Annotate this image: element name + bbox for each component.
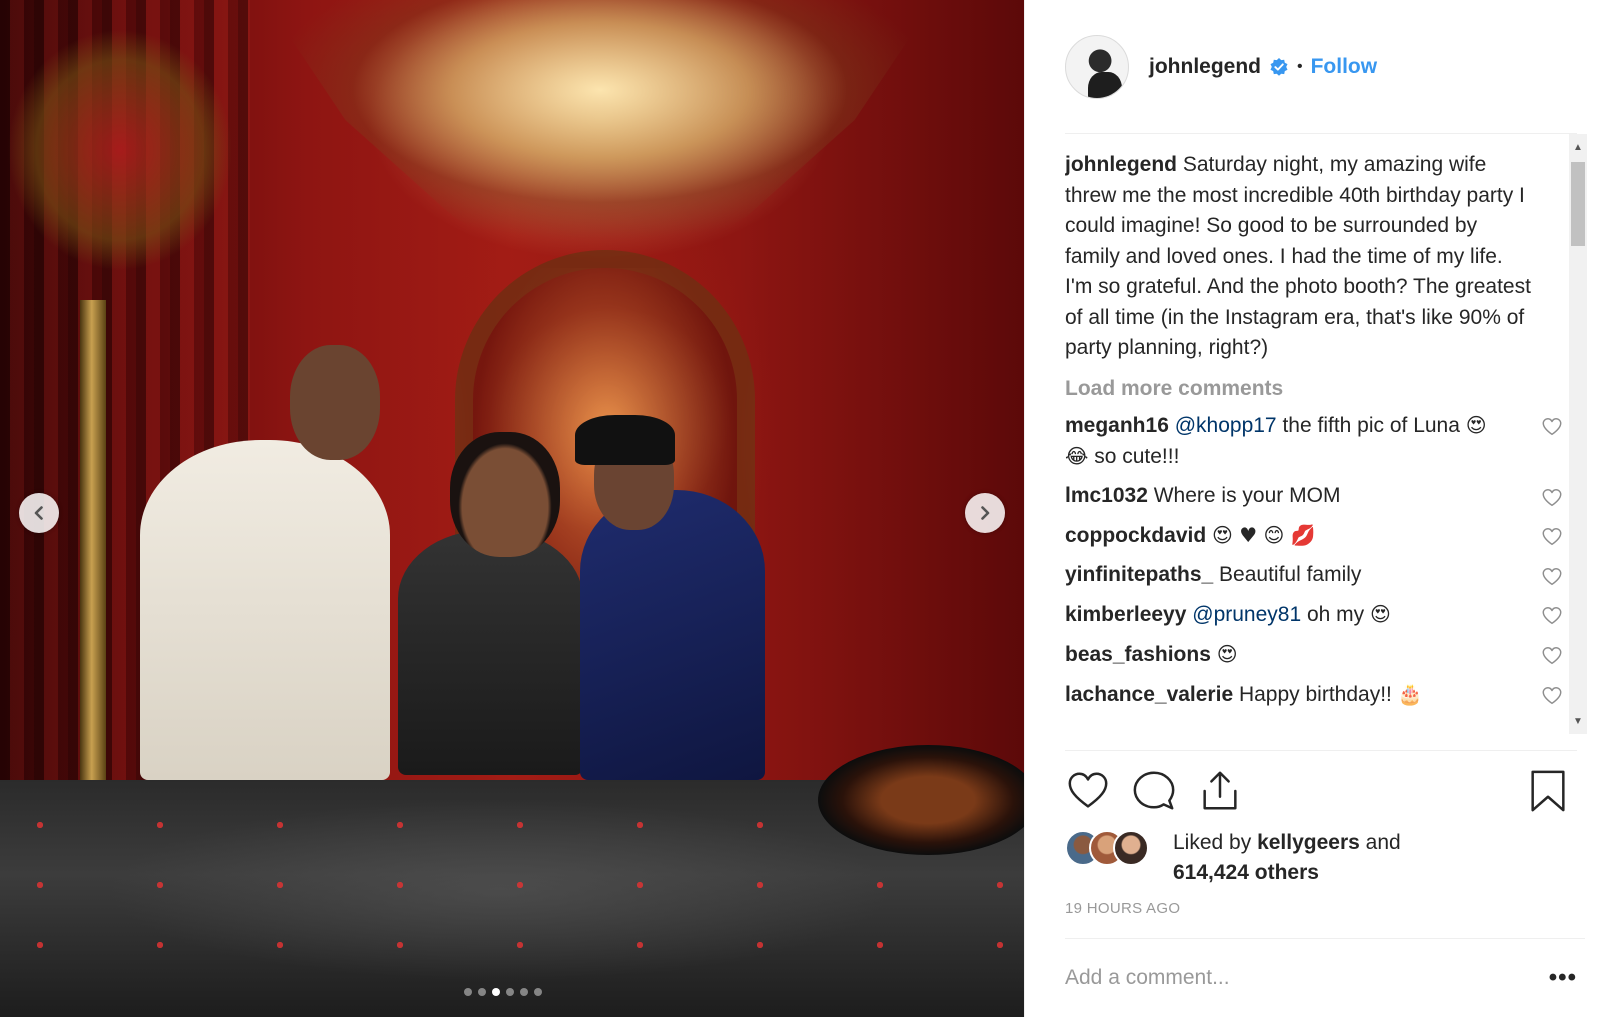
carousel-next-button[interactable]: [965, 493, 1005, 533]
scroll-up-arrow-icon[interactable]: ▲: [1572, 142, 1584, 154]
heart-icon[interactable]: [1065, 768, 1111, 814]
action-bar: [1065, 768, 1585, 818]
comments-list[interactable]: johnlegend Saturday night, my amazing wi…: [1065, 150, 1577, 750]
comment-text: meganh16 @khopp17 the fifth pic of Luna …: [1065, 410, 1495, 472]
liked-by-and: and: [1359, 831, 1401, 854]
comment-row: coppockdavid 😍 ♥ 😊 💋: [1065, 520, 1577, 551]
carousel-dot: [520, 988, 528, 996]
comment-text: beas_fashions 😍: [1065, 639, 1495, 670]
comment-emoji: 😍 ♥ 😊 💋: [1212, 522, 1316, 547]
liked-by-user[interactable]: kellygeers: [1257, 831, 1360, 854]
caption-text: Saturday night, my amazing wife threw me…: [1065, 153, 1531, 359]
comment-username[interactable]: lachance_valerie: [1065, 683, 1233, 706]
chevron-left-icon: [34, 506, 43, 520]
carousel-prev-button[interactable]: [19, 493, 59, 533]
heart-icon[interactable]: [1541, 526, 1563, 548]
separator-dot: •: [1297, 58, 1303, 75]
comment-text: coppockdavid 😍 ♥ 😊 💋: [1065, 520, 1495, 551]
candelabra-pole: [80, 300, 106, 780]
comment-body: the fifth pic of Luna: [1276, 413, 1466, 437]
heart-icon[interactable]: [1541, 685, 1563, 707]
more-options-icon[interactable]: •••: [1549, 964, 1577, 992]
comment-row: beas_fashions 😍: [1065, 639, 1577, 670]
verified-badge-icon: [1270, 58, 1288, 76]
comment-username[interactable]: kimberleeyy: [1065, 603, 1186, 626]
comment-row: lachance_valerie Happy birthday!! 🎂: [1065, 679, 1577, 710]
person-head: [290, 345, 380, 460]
person-white-jacket: [140, 440, 390, 780]
avatar: [1113, 830, 1149, 866]
comment-mention[interactable]: @pruney81: [1192, 603, 1301, 626]
likes-count[interactable]: 614,424 others: [1173, 861, 1319, 884]
comment-row: lmc1032 Where is your MOM: [1065, 481, 1577, 511]
scroll-down-arrow-icon[interactable]: ▼: [1572, 716, 1584, 728]
post-sidebar: johnlegend • Follow johnlegend Saturday …: [1024, 0, 1600, 1017]
heart-icon[interactable]: [1541, 645, 1563, 667]
comment-row: meganh16 @khopp17 the fifth pic of Luna …: [1065, 410, 1577, 472]
comment-username[interactable]: coppockdavid: [1065, 524, 1206, 547]
comment-text: lmc1032 Where is your MOM: [1065, 481, 1495, 511]
heart-icon[interactable]: [1541, 416, 1563, 438]
comment-body-tail: so cute!!!: [1088, 444, 1180, 468]
person-head: [450, 432, 560, 557]
comment-text: yinfinitepaths_ Beautiful family: [1065, 560, 1495, 590]
comment-username[interactable]: lmc1032: [1065, 484, 1148, 507]
post-photo[interactable]: [0, 0, 1024, 1017]
comment-bubble-icon[interactable]: [1131, 768, 1177, 814]
comment-row: yinfinitepaths_ Beautiful family: [1065, 560, 1577, 590]
share-icon[interactable]: [1197, 768, 1243, 814]
comment-body: Beautiful family: [1213, 562, 1362, 586]
carousel-dot: [478, 988, 486, 996]
comment-body: Where is your MOM: [1147, 483, 1341, 507]
post-caption: johnlegend Saturday night, my amazing wi…: [1065, 150, 1535, 364]
comment-username[interactable]: beas_fashions: [1065, 643, 1211, 666]
header-divider: [1065, 133, 1577, 134]
comments-scrollbar[interactable]: ▲ ▼: [1569, 134, 1587, 734]
comment-rows: meganh16 @khopp17 the fifth pic of Luna …: [1065, 410, 1577, 710]
liked-by-prefix: Liked by: [1173, 831, 1258, 854]
comment-text: lachance_valerie Happy birthday!! 🎂: [1065, 679, 1495, 710]
comment-input[interactable]: [1065, 966, 1485, 990]
likes-section: Liked by kellygeers and 614,424 others: [1065, 828, 1577, 898]
post-timestamp[interactable]: 19 HOURS AGO: [1065, 900, 1180, 917]
bookmark-icon[interactable]: [1525, 768, 1571, 814]
comments-divider: [1065, 750, 1577, 751]
post-header: johnlegend • Follow: [1065, 34, 1577, 100]
scroll-thumb[interactable]: [1571, 162, 1585, 246]
chevron-right-icon: [981, 506, 990, 520]
person-blue-velvet-jacket: [580, 490, 765, 780]
comment-body: oh my: [1301, 602, 1371, 626]
comment-username[interactable]: meganh16: [1065, 414, 1169, 437]
comment-emoji: 🎂: [1397, 681, 1423, 706]
comment-emoji: 😍: [1216, 641, 1238, 666]
liker-avatars: [1065, 830, 1157, 870]
carousel-dot: [464, 988, 472, 996]
comment-username[interactable]: yinfinitepaths_: [1065, 563, 1213, 586]
carousel-dot: [492, 988, 500, 996]
avatar[interactable]: [1065, 35, 1129, 99]
follow-button[interactable]: Follow: [1311, 55, 1378, 79]
heart-icon[interactable]: [1541, 566, 1563, 588]
username[interactable]: johnlegend: [1149, 55, 1261, 79]
load-more-comments-button[interactable]: Load more comments: [1065, 377, 1577, 401]
caption-username[interactable]: johnlegend: [1065, 153, 1177, 176]
carousel-dot: [534, 988, 542, 996]
likes-summary: Liked by kellygeers and 614,424 others: [1173, 828, 1401, 888]
person-sequin-dress: [398, 530, 583, 775]
comment-text: kimberleeyy @pruney81 oh my 😍: [1065, 599, 1495, 630]
heart-icon[interactable]: [1541, 605, 1563, 627]
chandelier: [265, 0, 935, 285]
add-comment-bar: •••: [1065, 938, 1585, 1017]
heart-icon[interactable]: [1541, 487, 1563, 509]
comment-emoji: 😍: [1370, 601, 1391, 626]
fedora-hat: [575, 415, 675, 465]
comment-row: kimberleeyy @pruney81 oh my 😍: [1065, 599, 1577, 630]
carousel-dots: [464, 988, 542, 996]
roulette-wheel: [818, 745, 1024, 855]
comment-body: Happy birthday!!: [1233, 682, 1398, 706]
carousel-dot: [506, 988, 514, 996]
comment-mention[interactable]: @khopp17: [1175, 414, 1277, 437]
